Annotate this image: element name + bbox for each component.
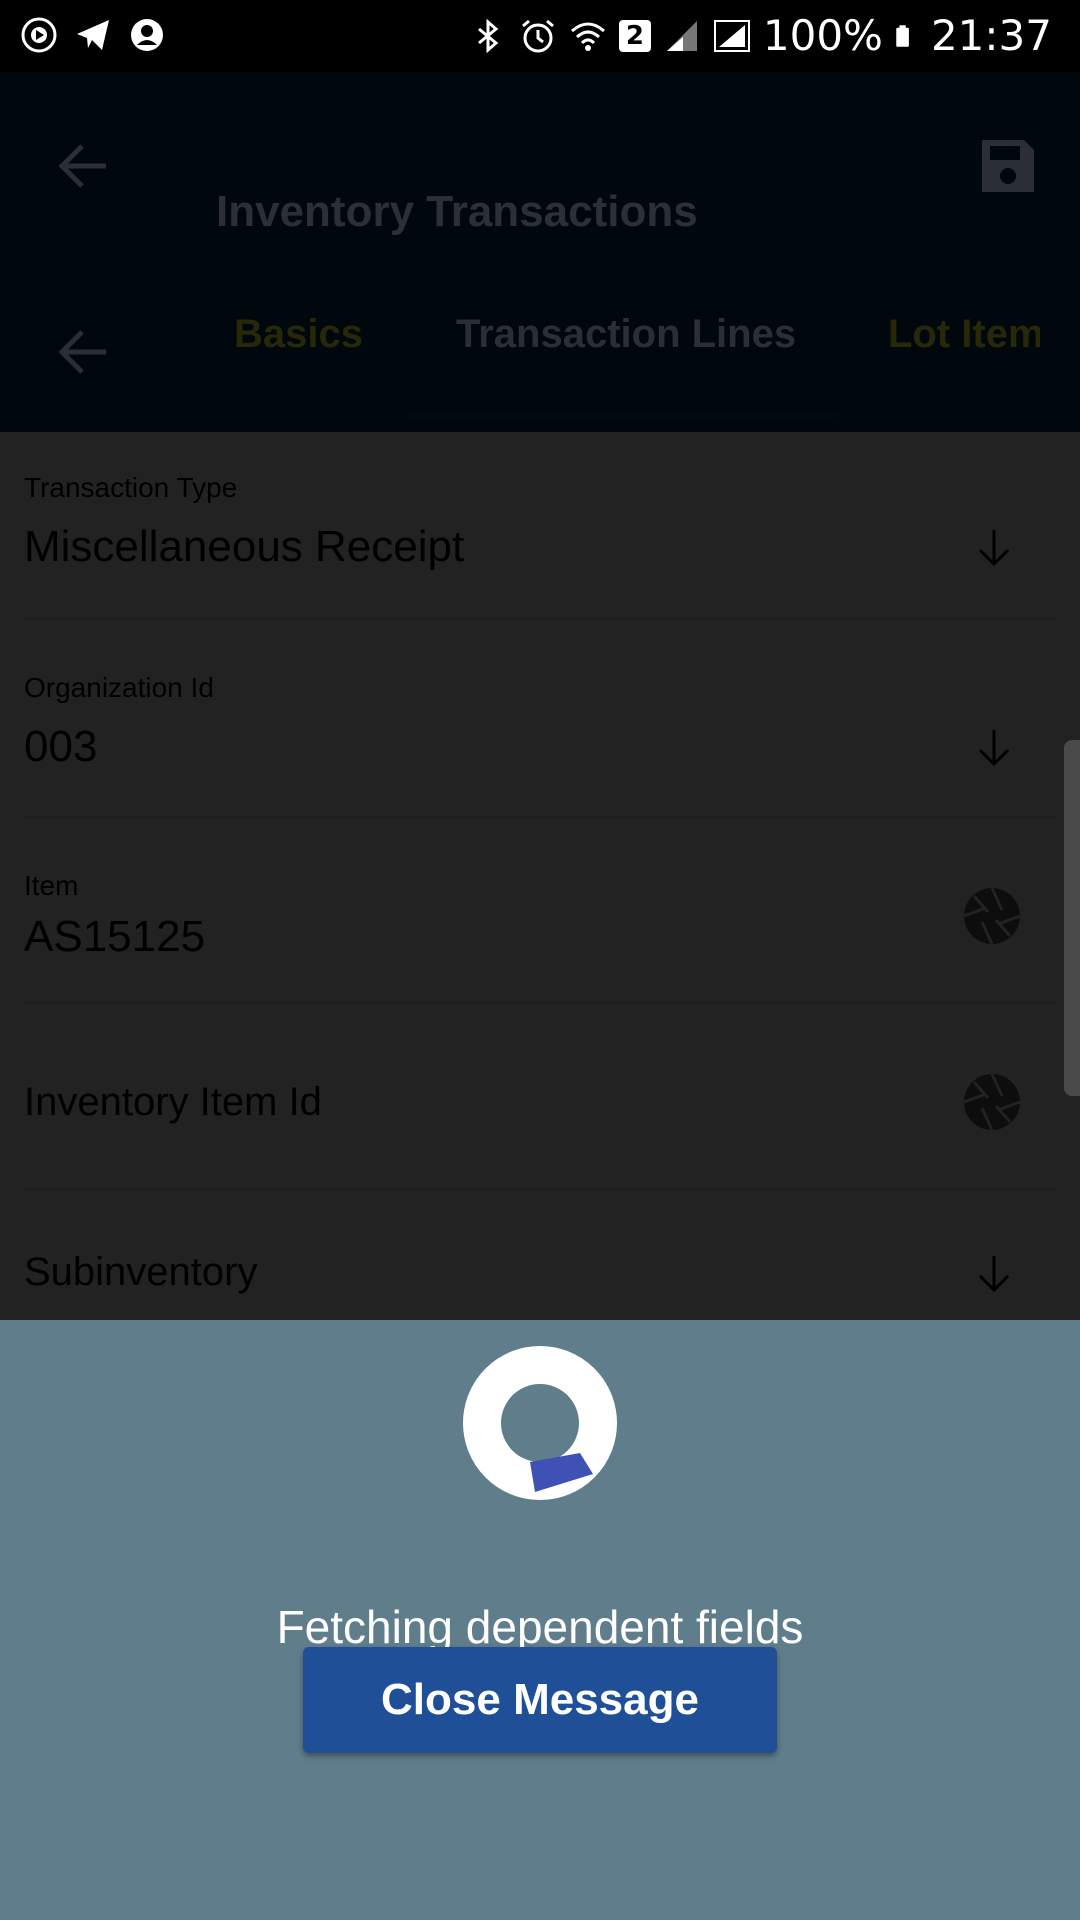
arrow-left-icon[interactable] [52,134,116,198]
tab-basics[interactable]: Basics [234,312,363,357]
wifi-icon [570,22,605,51]
item-field[interactable]: Item AS15125 [24,818,1056,1004]
transaction-type-field[interactable]: Transaction Type Miscellaneous Receipt [24,432,1056,620]
camera-aperture-icon[interactable] [962,1072,1022,1132]
telegram-icon [77,20,109,50]
arrow-down-icon[interactable] [972,526,1016,570]
sim-badge: 2 [618,20,651,52]
field-label: Transaction Type [24,472,238,503]
page-title: Inventory Transactions [216,187,698,236]
save-icon[interactable] [976,134,1040,198]
arrow-down-icon[interactable] [972,726,1016,770]
battery-percent: 100% [762,11,883,60]
subinventory-field[interactable]: Subinventory [24,1190,1056,1320]
field-label: Organization Id [24,672,214,703]
loading-spinner-icon [463,1346,617,1500]
field-value: AS15125 [24,912,206,961]
alarm-icon [521,19,554,53]
field-label: Inventory Item Id [24,1080,322,1124]
camera-aperture-icon[interactable] [962,886,1022,946]
signal-icon [713,20,750,52]
app-bar: Inventory Transactions [0,72,1080,432]
battery-icon [896,25,909,47]
arrow-down-icon[interactable] [972,1252,1016,1296]
tab-transaction-lines[interactable]: Transaction Lines [456,312,796,357]
scrollbar[interactable] [1064,740,1080,1096]
account-circle-icon [131,19,163,51]
field-label: Subinventory [24,1250,258,1294]
bluetooth-icon [477,18,499,54]
close-message-button[interactable]: Close Message [303,1647,777,1753]
clock: 21:37 [930,11,1052,60]
inventory-item-id-field[interactable]: Inventory Item Id [24,1004,1056,1190]
arrow-left-icon[interactable] [52,320,116,384]
tab-indicator [408,412,838,418]
loading-message: Fetching dependent fields [276,1601,804,1653]
organization-id-field[interactable]: Organization Id 003 [24,620,1056,818]
status-bar: 2 100% 21:37 [0,0,1080,72]
tab-lot-item[interactable]: Lot Item [888,312,1040,357]
field-value: Miscellaneous Receipt [24,522,465,571]
signal-icon [666,21,697,51]
field-label: Item [24,870,79,901]
field-value: 003 [24,722,98,771]
play-circle-icon [21,17,57,53]
